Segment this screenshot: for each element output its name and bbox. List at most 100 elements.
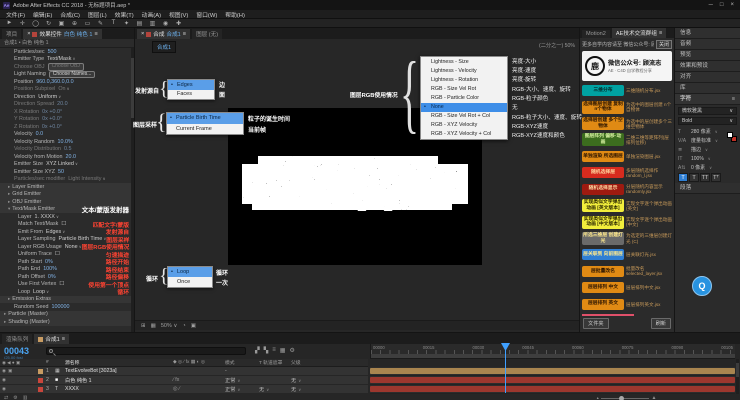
- script-run-button[interactable]: 随机选择层: [582, 167, 624, 178]
- effect-property-value[interactable]: Loop: [33, 289, 49, 295]
- layer-color-chip[interactable]: [38, 369, 43, 374]
- tool-icon[interactable]: ↻: [44, 20, 53, 27]
- effect-property-value[interactable]: Choose Names...: [49, 71, 96, 79]
- viewer-toolbar-icon[interactable]: ◔: [182, 323, 185, 329]
- tool-icon[interactable]: ✛: [18, 20, 27, 27]
- layer-switches[interactable]: ◎ ∕: [173, 386, 225, 392]
- faux-style-button[interactable]: T: [689, 173, 699, 182]
- source-name-header[interactable]: 源名称: [65, 359, 173, 366]
- effect-property-value[interactable]: ☐: [61, 221, 66, 227]
- effect-row[interactable]: Velocity 0.0: [0, 131, 131, 139]
- tool-icon[interactable]: ▣: [57, 20, 66, 27]
- viewer-toolbar-icon[interactable]: ▦: [151, 323, 156, 329]
- script-run-button[interactable]: 层批量改名: [582, 266, 624, 277]
- character-control-row[interactable]: IT 100% ∨: [675, 154, 740, 163]
- menu-item[interactable]: 合成(C): [60, 10, 80, 19]
- viewer-toolbar-icon[interactable]: ⊞: [141, 323, 146, 329]
- tool-icon[interactable]: ⊕: [70, 20, 79, 27]
- effect-row[interactable]: Choose OBJ Choose OBJ: [0, 63, 131, 71]
- script-run-button[interactable]: 所选三维层 创建灯光: [582, 232, 624, 245]
- script-run-button[interactable]: 层关联到 向前图层: [582, 249, 624, 260]
- menu-option[interactable]: Lightness - Rotation: [421, 75, 507, 84]
- tab-effect-controls[interactable]: × 效果控件 白色 纯色 1 ≡: [23, 29, 102, 39]
- notice-close-button[interactable]: 关闭: [656, 40, 672, 49]
- timeline-toolbar-icon[interactable]: ▚: [264, 347, 269, 354]
- timeline-footer-icon[interactable]: ⚙: [13, 395, 17, 400]
- effect-row[interactable]: Emission Extras: [0, 296, 131, 304]
- effect-row[interactable]: Velocity from Motion 20.0: [0, 153, 131, 161]
- character-control-value[interactable]: 100%: [691, 156, 704, 162]
- layer-row[interactable]: ◉ ▣ 1 ▦ TextEvolveBot [3023a] -: [0, 367, 368, 376]
- effect-row[interactable]: Direction Uniform: [0, 93, 131, 101]
- timeline-footer-icon[interactable]: ⇄: [4, 395, 8, 400]
- comp-navigator[interactable]: 合成1: [152, 41, 176, 53]
- viewer-toolbar-icon[interactable]: 50% ∨: [161, 323, 178, 329]
- tool-icon[interactable]: ◉: [161, 20, 170, 27]
- menu-item[interactable]: 动画(A): [142, 10, 161, 19]
- paragraph-panel-header[interactable]: 段落: [675, 183, 740, 194]
- layer-name[interactable]: TextEvolveBot [3023a]: [65, 368, 173, 374]
- script-panel-tab[interactable]: AE技术交流群组 ≡: [612, 28, 666, 38]
- dropdown-option[interactable]: Faces: [168, 90, 214, 100]
- dropdown-option[interactable]: Loop: [168, 267, 212, 277]
- dock-panel-header[interactable]: 效果和预设: [675, 61, 740, 72]
- layer-row[interactable]: ◉ 3 T XXXX ◎ ∕ 正常∨ 无∨ 无∨: [0, 385, 368, 394]
- effect-property-value[interactable]: 0%: [45, 259, 53, 265]
- scrollbar[interactable]: [131, 48, 134, 332]
- menu-option[interactable]: Lightness - Velocity: [421, 66, 507, 75]
- effect-row[interactable]: Text/Mask Emitter 文本/蒙版发射器: [0, 206, 131, 214]
- folder-button[interactable]: 文件夹: [583, 318, 609, 329]
- effect-property-value[interactable]: ☐: [59, 281, 64, 287]
- effect-property-value[interactable]: 1. XXXX: [35, 214, 59, 220]
- effect-property-value[interactable]: Edges: [46, 229, 65, 235]
- layer-duration-bar[interactable]: [370, 386, 735, 392]
- effect-property-value[interactable]: 0.5: [64, 146, 72, 152]
- effect-row[interactable]: Layer Emitter: [0, 183, 131, 191]
- character-control-value[interactable]: 0 像素: [691, 164, 705, 171]
- tab-project[interactable]: 项目: [2, 29, 21, 39]
- dropdown-option[interactable]: Once: [168, 277, 212, 287]
- script-run-button[interactable]: 单独渲染 所选图层: [582, 151, 624, 162]
- effect-property-value[interactable]: On: [58, 86, 69, 92]
- layer-name[interactable]: XXXX: [65, 386, 173, 392]
- tool-icon[interactable]: ►: [5, 20, 14, 26]
- character-control-row[interactable]: ≣ 描边 ∨: [675, 145, 740, 154]
- timeline-toolbar-icon[interactable]: ≡: [272, 347, 276, 354]
- tool-icon[interactable]: ✚: [174, 20, 183, 27]
- refresh-button[interactable]: 刷新: [651, 318, 671, 329]
- resolution-indicator[interactable]: (二分之一) 50%: [539, 42, 575, 49]
- tab-layer-viewer[interactable]: 图层 (无): [192, 29, 222, 39]
- effect-row[interactable]: X Rotation 0x +0.0°: [0, 108, 131, 116]
- effect-row[interactable]: Position Subpixel On: [0, 86, 131, 94]
- effect-property-value[interactable]: None: [65, 244, 82, 250]
- effect-property-value[interactable]: 50: [58, 169, 64, 175]
- eye-icon[interactable]: ◉: [2, 386, 6, 392]
- tab-close-icon[interactable]: ×: [141, 31, 144, 37]
- minimize-button[interactable]: ─: [709, 2, 713, 8]
- effect-property-value[interactable]: 20.0: [57, 101, 68, 107]
- panel-menu-icon[interactable]: ≡: [732, 94, 735, 105]
- effect-row[interactable]: Use First Vertex ☐ 使用第一个顶点: [0, 281, 131, 289]
- font-family-select[interactable]: 微软雅黑∨: [678, 107, 737, 115]
- script-run-button[interactable]: 层层排列 英文: [582, 299, 624, 310]
- timeline-zoom-slider[interactable]: ▲ ▲: [596, 395, 656, 400]
- effect-row[interactable]: Emitter Size XYZ Linked: [0, 161, 131, 169]
- timeline-toolbar-icon[interactable]: ⚙: [289, 347, 294, 354]
- menu-item[interactable]: 效果(T): [115, 10, 134, 19]
- effect-row[interactable]: Particles/sec 500: [0, 48, 131, 56]
- faux-style-button[interactable]: Tᵀ: [711, 173, 721, 182]
- character-panel-header[interactable]: 字符 ≡: [675, 94, 740, 105]
- layer-duration-bar[interactable]: [370, 368, 735, 374]
- menu-item[interactable]: 图层(L): [88, 10, 107, 19]
- layer-row[interactable]: ◉ 2 ■ 白色 纯色 1 ∕ fx 正常∨ 无∨: [0, 376, 368, 385]
- menu-option[interactable]: RGB - Size Vel Rot + Col: [421, 112, 507, 121]
- zoom-slider-handle[interactable]: [619, 396, 624, 400]
- timeline-tab[interactable]: 渲染队列: [2, 334, 32, 344]
- effect-row[interactable]: Loop Loop 循环: [0, 288, 131, 296]
- eye-icon[interactable]: ◉: [2, 377, 6, 383]
- effect-property-value[interactable]: Uniform: [38, 94, 61, 100]
- menu-option[interactable]: RGB - XYZ Velocity + Col: [421, 130, 507, 139]
- script-run-button[interactable]: 实现类似文字弹出动画 [中文版本]: [582, 216, 624, 229]
- effect-row[interactable]: Light Naming Choose Names...: [0, 71, 131, 79]
- effect-row[interactable]: Particles/sec modifier Light Intensity: [0, 176, 131, 184]
